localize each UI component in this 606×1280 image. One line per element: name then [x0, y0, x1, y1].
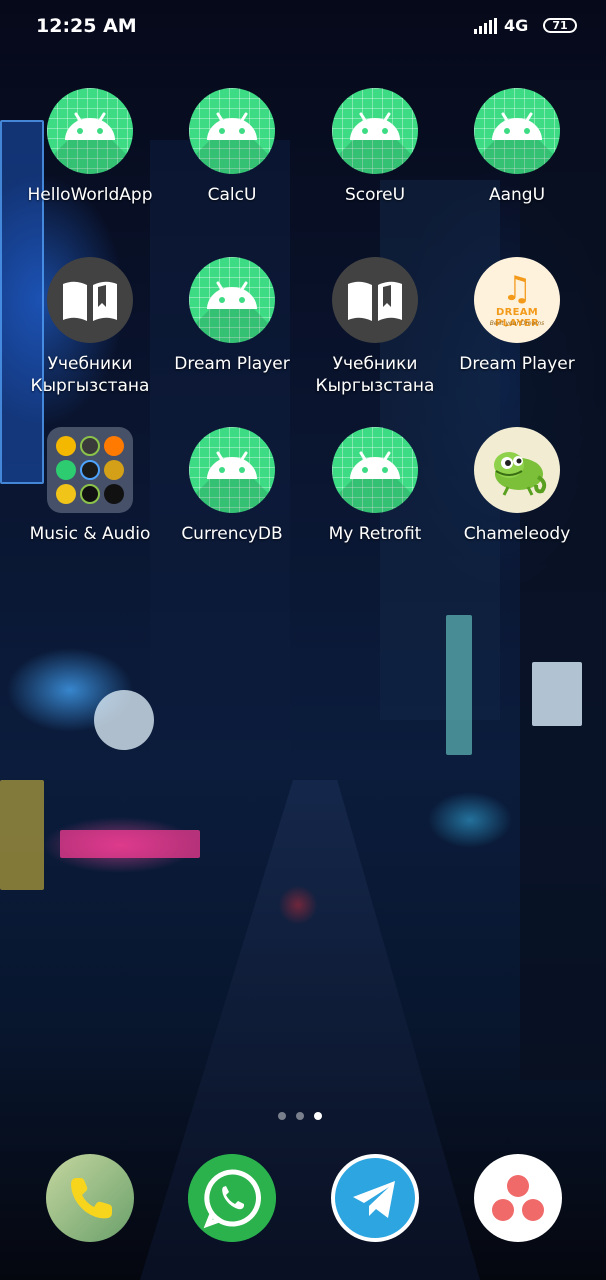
mini-app-icon [56, 460, 76, 480]
app-dream-player-logo[interactable]: ♫ DREAM PLAYER Beat your Dreams Dream Pl… [446, 257, 588, 375]
app-label: Учебники Кыргызстана [315, 354, 435, 396]
dock-whatsapp[interactable] [188, 1154, 276, 1242]
app-label: Учебники Кыргызстана [30, 354, 150, 396]
app-label: Dream Player [459, 354, 575, 374]
book-icon [332, 257, 418, 343]
app-chameleody[interactable]: Chameleody [446, 427, 588, 545]
book-icon [47, 257, 133, 343]
android-icon [189, 427, 275, 513]
dock-asana[interactable] [474, 1154, 562, 1242]
app-aangu[interactable]: AangU [446, 88, 588, 206]
telegram-icon [335, 1158, 415, 1238]
phone-icon [71, 1178, 112, 1219]
dock-telegram[interactable] [331, 1154, 419, 1242]
android-icon [189, 257, 275, 343]
app-my-retrofit[interactable]: My Retrofit [304, 427, 446, 545]
status-time: 12:25 AM [36, 15, 137, 37]
android-icon [332, 88, 418, 174]
app-label: AangU [488, 185, 546, 205]
wallpaper-neon-sign [446, 615, 472, 755]
network-type: 4G [504, 16, 529, 35]
app-scoreu[interactable]: ScoreU [304, 88, 446, 206]
folder-music-audio[interactable]: Music & Audio [19, 427, 161, 545]
page-dot[interactable] [296, 1112, 304, 1120]
music-note-icon: ♫ [501, 269, 533, 309]
app-label: ScoreU [344, 185, 406, 205]
app-label: CalcU [207, 185, 257, 205]
status-bar: 12:25 AM 4G 71 [0, 0, 606, 54]
app-dream-player[interactable]: Dream Player [161, 257, 303, 375]
wallpaper-neon-sign [94, 690, 154, 750]
asana-icon [492, 1175, 544, 1221]
wallpaper-neon-sign [532, 662, 582, 726]
mini-app-icon [56, 436, 76, 456]
whatsapp-icon [188, 1154, 276, 1242]
mini-app-icon [80, 484, 100, 504]
android-icon [474, 88, 560, 174]
mini-app-icon [56, 484, 76, 504]
wallpaper-neon-sign [0, 780, 44, 890]
app-uchebniki-kg[interactable]: Учебники Кыргызстана [304, 257, 446, 397]
page-dot-active[interactable] [314, 1112, 322, 1120]
android-icon [189, 88, 275, 174]
mini-app-icon [104, 460, 124, 480]
app-uchebniki-kg[interactable]: Учебники Кыргызстана [19, 257, 161, 397]
app-calcu[interactable]: CalcU [161, 88, 303, 206]
app-label: Chameleody [463, 524, 571, 544]
app-helloworldapp[interactable]: HelloWorldApp [19, 88, 161, 206]
battery-icon: 71 [543, 18, 577, 33]
android-icon [47, 88, 133, 174]
app-label: Dream Player [174, 354, 290, 374]
mini-app-icon [104, 436, 124, 456]
dream-player-logo-icon: ♫ DREAM PLAYER Beat your Dreams [474, 257, 560, 343]
app-currencydb[interactable]: CurrencyDB [161, 427, 303, 545]
mini-app-icon [80, 460, 100, 480]
app-label: My Retrofit [328, 524, 422, 544]
app-label: HelloWorldApp [27, 185, 153, 205]
chameleon-icon [474, 427, 560, 513]
mini-app-icon [104, 484, 124, 504]
wallpaper-building [520, 80, 606, 1080]
page-dot[interactable] [278, 1112, 286, 1120]
signal-strength-icon [474, 18, 498, 34]
android-icon [332, 427, 418, 513]
mini-app-icon [80, 436, 100, 456]
app-label: CurrencyDB [181, 524, 283, 544]
dock-phone[interactable] [46, 1154, 134, 1242]
page-indicator[interactable] [278, 1105, 332, 1124]
app-label: Music & Audio [29, 524, 151, 544]
folder-icon [47, 427, 133, 513]
wallpaper-neon-sign [60, 830, 200, 858]
